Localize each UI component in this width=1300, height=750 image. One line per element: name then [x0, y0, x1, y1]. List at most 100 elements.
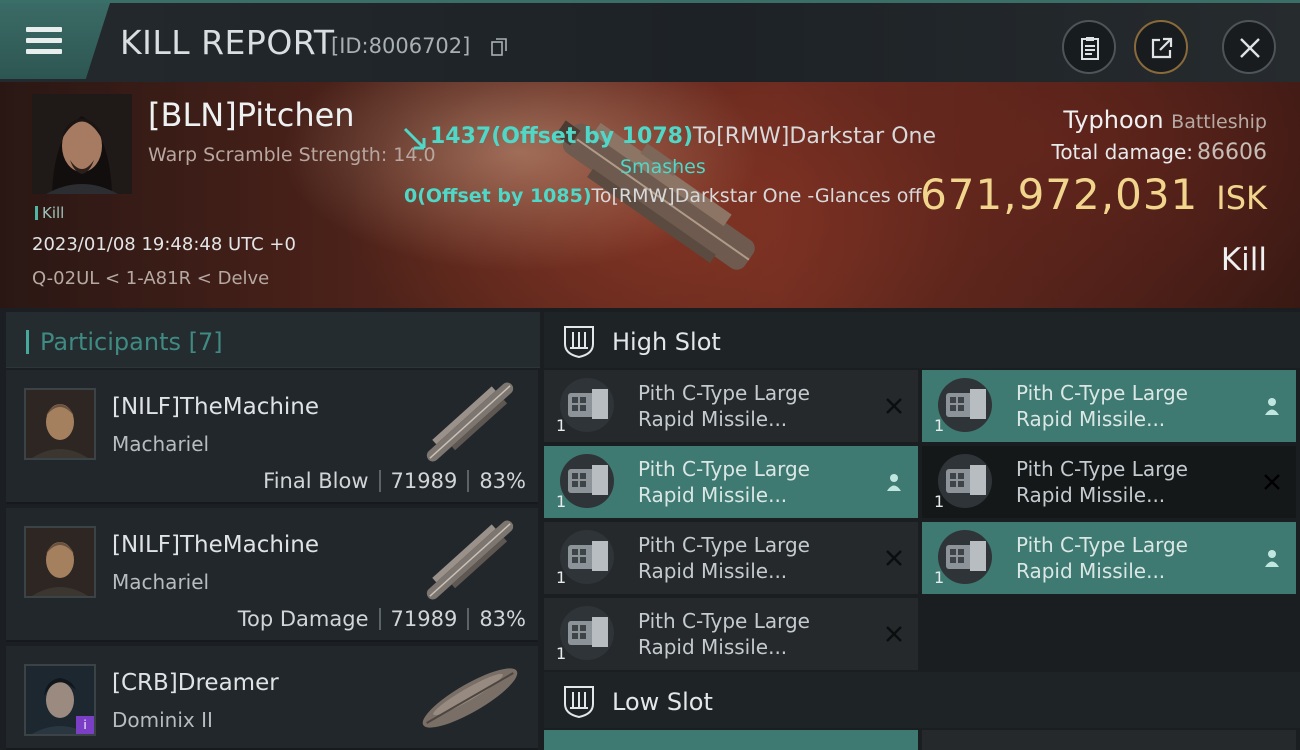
share-button[interactable]: [1134, 20, 1188, 74]
module-quantity: 1: [556, 644, 567, 663]
module-item[interactable]: 1 Pith C-Type Large Rapid Missile...: [922, 446, 1296, 518]
combat-log-line-1: 1437(Offset by 1078)To[RMW]Darkstar One: [404, 124, 936, 149]
participant-ship: Machariel: [112, 570, 210, 594]
fitting-panel: High Slot 1 Pith C-Type Large Rapid Missi…: [540, 308, 1300, 750]
kill-id: [ID:8006702]: [331, 34, 471, 58]
low-slot-icon: [564, 686, 594, 718]
module-item[interactable]: 1 Pith C-Type Large Rapid Missile...: [544, 522, 918, 594]
participant-percent: 83%: [479, 469, 526, 493]
dropped-person-icon: [1265, 398, 1279, 415]
isk-unit: ISK: [1216, 179, 1267, 217]
participant-ship-image: [426, 520, 514, 600]
module-item[interactable]: 1 Pith C-Type Large Rapid Missile...: [544, 446, 918, 518]
menu-button[interactable]: [0, 3, 110, 79]
module-quantity: 1: [934, 492, 945, 511]
combat-log-line-3: 0(Offset by 1085)To[RMW]Darkstar One -Gl…: [404, 185, 921, 207]
dropped-person-icon: [1265, 550, 1279, 567]
ship-type: Typhoon Battleship: [1063, 106, 1267, 134]
participant-name: [CRB]Dreamer: [112, 670, 279, 696]
damage-value: 1437(Offset by 1078): [430, 124, 694, 149]
low-slot-header: Low Slot: [544, 672, 1300, 728]
module-item[interactable]: 1 Pith C-Type Large Rapid Missile...: [922, 522, 1296, 594]
victim-name: [BLN]Pitchen: [148, 96, 355, 134]
participants-title: Participants [7]: [40, 328, 223, 356]
module-name: Pith C-Type Large Rapid Missile...: [1016, 381, 1188, 431]
participant-stats: Top Damage 71989 83%: [238, 607, 526, 631]
module-item[interactable]: [544, 730, 918, 750]
dropped-person-icon: [887, 474, 901, 491]
participant-card[interactable]: [NILF]TheMachine Machariel Final Blow 719…: [6, 370, 538, 504]
participant-name: [NILF]TheMachine: [112, 532, 320, 558]
ship-type-name: Typhoon: [1063, 106, 1164, 134]
destroyed-icon: [886, 398, 902, 414]
participant-stats: Final Blow 71989 83%: [263, 469, 526, 493]
high-slot-title: High Slot: [612, 328, 721, 356]
isk-value: 671,972,031: [920, 170, 1199, 219]
module-quantity: 1: [556, 492, 567, 511]
module-item[interactable]: 1 Pith C-Type Large Rapid Missile...: [544, 370, 918, 442]
module-name: Pith C-Type Large Rapid Missile...: [1016, 457, 1188, 507]
isk-value-row: 671,972,031 ISK: [920, 170, 1267, 219]
module-item[interactable]: [922, 730, 1296, 750]
destroyed-icon: [886, 626, 902, 642]
warp-scramble-strength: Warp Scramble Strength: 14.0: [148, 144, 436, 166]
clipboard-icon: [1081, 37, 1099, 60]
participant-ship-image: [422, 668, 518, 728]
ship-class: Battleship: [1171, 111, 1267, 133]
portrait-image: [26, 390, 94, 458]
damage-value: 0(Offset by 1085): [404, 185, 592, 207]
total-damage-value: 86606: [1197, 140, 1267, 165]
copy-icon[interactable]: [491, 38, 507, 56]
module-name: Pith C-Type Large Rapid Missile...: [638, 533, 810, 583]
kill-result-label: Kill: [1220, 242, 1267, 278]
damage-target: To[RMW]Darkstar One -Glances off: [591, 185, 922, 207]
kill-summary-banner: [BLN]Pitchen Warp Scramble Strength: 14.…: [0, 82, 1300, 308]
participant-ship: Dominix II: [112, 708, 213, 732]
header-bar: KILL REPORT [ID:8006702]: [0, 0, 1300, 82]
module-item[interactable]: 1 Pith C-Type Large Rapid Missile...: [544, 598, 918, 670]
participant-card[interactable]: i [CRB]Dreamer Dominix II: [6, 646, 538, 750]
combat-log-line-2: Smashes: [620, 156, 706, 178]
module-quantity: 1: [556, 568, 567, 587]
participant-damage: 71989: [390, 469, 458, 493]
high-slot-header: High Slot: [544, 312, 1300, 368]
damage-target: To[RMW]Darkstar One: [693, 124, 937, 149]
module-name: Pith C-Type Large Rapid Missile...: [638, 609, 810, 659]
participant-portrait[interactable]: [24, 526, 96, 598]
participant-name: [NILF]TheMachine: [112, 394, 320, 420]
corp-badge-icon: i: [76, 716, 94, 734]
total-damage-label: Total damage:: [1051, 140, 1194, 164]
close-icon: [1240, 38, 1260, 58]
portrait-image: [26, 528, 94, 596]
participant-card[interactable]: [NILF]TheMachine Machariel Top Damage 719…: [6, 508, 538, 642]
total-damage: Total damage: 86606: [1052, 140, 1268, 165]
module-name: Pith C-Type Large Rapid Missile...: [638, 457, 810, 507]
low-slot-title: Low Slot: [612, 688, 713, 716]
participant-percent: 83%: [479, 607, 526, 631]
participant-role: Final Blow: [263, 469, 369, 493]
share-icon: [1151, 37, 1173, 59]
participants-panel: Participants [7] [NILF]TheMachine Machar…: [0, 308, 540, 750]
participant-portrait[interactable]: i: [24, 664, 96, 736]
module-quantity: 1: [934, 568, 945, 587]
module-quantity: 1: [556, 416, 567, 435]
kill-location: Q-02UL < 1-A81R < Delve: [32, 268, 270, 289]
module-item[interactable]: 1 Pith C-Type Large Rapid Missile...: [922, 370, 1296, 442]
portrait-image: [32, 94, 132, 194]
kill-timestamp: 2023/01/08 19:48:48 UTC +0: [32, 234, 296, 255]
module-name: Pith C-Type Large Rapid Missile...: [638, 381, 810, 431]
clipboard-button[interactable]: [1062, 20, 1116, 74]
victim-portrait[interactable]: [32, 94, 132, 194]
participants-header: Participants [7]: [6, 312, 540, 368]
close-button[interactable]: [1222, 20, 1276, 74]
module-name: Pith C-Type Large Rapid Missile...: [1016, 533, 1188, 583]
kill-tag: Kill: [35, 204, 64, 222]
high-slot-icon: [564, 326, 594, 358]
participant-ship-image: [426, 382, 514, 462]
page-title: KILL REPORT: [120, 23, 335, 62]
participant-ship: Machariel: [112, 432, 210, 456]
participant-portrait[interactable]: [24, 388, 96, 460]
participant-role: Top Damage: [237, 607, 369, 631]
module-quantity: 1: [934, 416, 945, 435]
participant-damage: 71989: [390, 607, 458, 631]
